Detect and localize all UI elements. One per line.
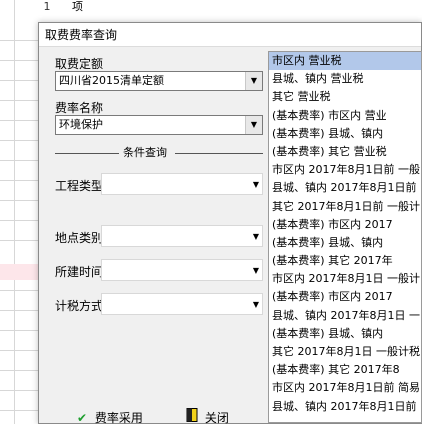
chevron-down-icon[interactable]: ▼ [253,300,259,309]
checkmark-icon: ✔ [76,411,88,424]
row-number: 1 [43,0,51,13]
rate-name-label: 费率名称 [55,101,104,115]
grid-line [0,310,40,311]
grid-line [14,0,15,424]
list-item[interactable]: 县城、镇内 2017年8月1日 一 [269,307,421,325]
chevron-down-icon[interactable]: ▼ [253,232,259,241]
list-item[interactable]: (基本费率) 县城、镇内 [269,234,421,252]
grid-line [0,370,40,371]
grid-line [0,350,40,351]
list-item[interactable]: 县城、镇内 营业税 [269,70,421,88]
list-item[interactable]: (基本费率) 市区内 2017 [269,216,421,234]
list-item[interactable]: (基本费率) 市区内 2017 [269,288,421,306]
grid-line [0,240,40,241]
location-type-select[interactable]: ▼ [101,225,263,247]
list-item[interactable]: 其它 2017年8月1日 一般计税 [269,343,421,361]
fee-standard-label: 取费定额 [55,57,104,71]
build-time-row: 所建时间 ▼ [55,259,263,281]
apply-rate-button[interactable]: ✔ 费率采用 [73,407,143,424]
chevron-down-icon[interactable]: ▼ [245,116,262,134]
grid-line [0,390,40,391]
list-item[interactable]: 县城、镇内 2017年8月1日前 [269,398,421,416]
list-item[interactable]: 市区内 2017年8月1日前 一般 [269,161,421,179]
grid-line [0,80,40,81]
list-item[interactable]: 市区内 2017年8月1日 一般计 [269,270,421,288]
door-exit-icon [183,407,201,424]
grid-line [0,60,40,61]
list-item[interactable]: (基本费率) 县城、镇内 [269,125,421,143]
highlighted-row [0,264,40,280]
grid-line [0,220,40,221]
fee-standard-value: 四川省2015清单定额 [59,74,164,87]
grid-line [0,140,40,141]
project-type-label: 工程类型 [55,179,104,193]
close-button[interactable]: 关闭 [183,407,229,424]
fee-rate-query-dialog: 取费费率查询 取费定额 四川省2015清单定额 ▼ 费率名称 环境保护 ▼ 条件… [38,22,422,424]
query-panel: 取费定额 四川省2015清单定额 ▼ 费率名称 环境保护 ▼ 条件查询 工程类型… [47,51,271,424]
chevron-down-icon[interactable]: ▼ [253,180,259,189]
project-type-row: 工程类型 ▼ [55,173,263,195]
grid-line [0,290,40,291]
list-item[interactable]: (基本费率) 县城、镇内 [269,325,421,343]
rate-name-select[interactable]: 环境保护 ▼ [55,115,263,135]
separator-line [175,153,263,154]
list-item[interactable]: (基本费率) 市区内 营业 [269,107,421,125]
list-item[interactable]: (基本费率) 其它 2017年 [269,252,421,270]
list-item[interactable]: 市区内 2017年8月1日前 简易 [269,379,421,397]
apply-rate-label: 费率采用 [94,411,143,424]
build-time-select[interactable]: ▼ [101,259,263,281]
chevron-down-icon[interactable]: ▼ [253,266,259,275]
list-item[interactable]: 市区内 营业税 [269,52,421,71]
list-item[interactable]: 县城、镇内 2017年8月1日前 [269,179,421,197]
fee-rate-list[interactable]: 市区内 营业税 县城、镇内 营业税 其它 营业税 (基本费率) 市区内 营业 (… [268,51,422,423]
cell-a1[interactable]: 项 [72,0,83,14]
separator-line [55,153,119,154]
location-type-label: 地点类别 [55,231,104,245]
location-type-row: 地点类别 ▼ [55,225,263,247]
tax-method-label: 计税方式 [55,299,104,313]
grid-line [0,180,40,181]
grid-line [0,100,40,101]
tax-method-select[interactable]: ▼ [101,293,263,315]
grid-line [0,410,40,411]
dialog-title[interactable]: 取费费率查询 [39,23,421,47]
rate-name-value: 环境保护 [59,118,103,131]
conditions-title: 条件查询 [123,146,167,159]
tax-method-row: 计税方式 ▼ [55,293,263,315]
list-item[interactable]: 其它 2017年8月1日前 一般计 [269,198,421,216]
list-item[interactable]: (基本费率) 其它 营业税 [269,143,421,161]
chevron-down-icon[interactable]: ▼ [245,72,262,90]
fee-standard-select[interactable]: 四川省2015清单定额 ▼ [55,71,263,91]
build-time-label: 所建时间 [55,265,104,279]
project-type-select[interactable]: ▼ [101,173,263,195]
conditions-separator: 条件查询 [55,147,263,159]
list-item[interactable]: (基本费率) 其它 2017年8 [269,361,421,379]
grid-line [0,40,40,41]
grid-line [0,330,40,331]
grid-line [0,160,40,161]
grid-line [0,120,40,121]
grid-line [0,200,40,201]
list-item[interactable]: 其它 营业税 [269,88,421,106]
close-label: 关闭 [204,411,229,424]
